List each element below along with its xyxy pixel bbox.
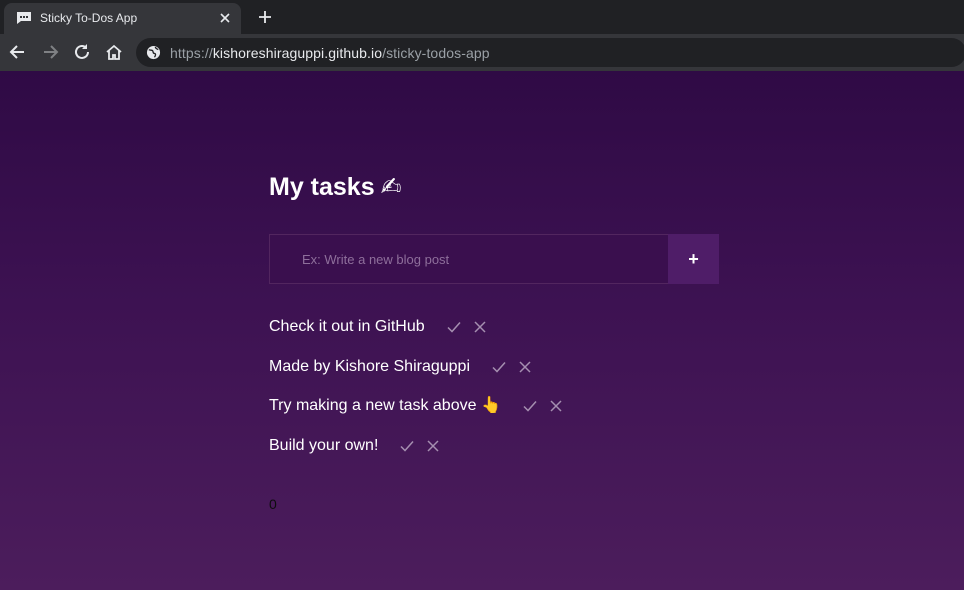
- browser-toolbar: https://kishoreshiraguppi.github.io/stic…: [0, 34, 964, 71]
- add-task-button[interactable]: +: [668, 234, 719, 284]
- close-icon[interactable]: [550, 400, 562, 412]
- browser-tab-bar: Sticky To-Dos App: [0, 0, 964, 34]
- check-icon[interactable]: [492, 360, 506, 374]
- task-text: Build your own!: [269, 435, 378, 456]
- task-count: 0: [269, 496, 277, 512]
- url-scheme: https://: [170, 45, 213, 61]
- task-label: Check it out in GitHub: [269, 318, 425, 335]
- reload-icon[interactable]: [72, 42, 92, 62]
- url-text: https://kishoreshiraguppi.github.io/stic…: [170, 45, 490, 61]
- app-page: My tasks✍ + Check it out in GitHub Made …: [0, 71, 964, 590]
- close-icon[interactable]: [474, 321, 486, 333]
- check-icon[interactable]: [447, 320, 461, 334]
- task-item: Try making a new task above 👆: [269, 395, 719, 435]
- page-title: My tasks ✍: [269, 172, 402, 202]
- task-text: Check it out in GitHub: [269, 316, 425, 337]
- chat-bubble-icon: [17, 12, 31, 24]
- address-bar[interactable]: https://kishoreshiraguppi.github.io/stic…: [136, 38, 964, 67]
- arrow-left-icon[interactable]: [8, 42, 28, 62]
- task-item: Made by Kishore Shiraguppi: [269, 356, 719, 396]
- page-title-text: My tasks: [269, 173, 375, 201]
- task-item: Check it out in GitHub: [269, 316, 719, 356]
- pointing-up-icon: 👆: [480, 395, 501, 414]
- url-path: /sticky-todos-app: [382, 45, 490, 61]
- task-label: Build your own!: [269, 436, 379, 454]
- task-text: Try making a new task above 👆: [269, 395, 501, 416]
- task-label: Made by Kishore Shiraguppi: [269, 357, 471, 375]
- task-item: Build your own!: [269, 435, 719, 475]
- task-text: Made by Kishore Shiraguppi: [269, 356, 470, 377]
- check-icon[interactable]: [400, 439, 414, 453]
- plus-icon[interactable]: [256, 8, 274, 26]
- close-icon[interactable]: [519, 360, 531, 373]
- arrow-right-icon[interactable]: [40, 42, 60, 62]
- check-icon[interactable]: [523, 399, 537, 413]
- new-task-form: +: [269, 234, 719, 284]
- tab-title: Sticky To-Dos App: [40, 11, 138, 25]
- browser-tab[interactable]: Sticky To-Dos App: [4, 3, 241, 34]
- globe-icon[interactable]: [146, 45, 161, 60]
- task-label: Try making a new task above: [269, 397, 481, 414]
- new-task-input[interactable]: [269, 234, 668, 284]
- home-icon[interactable]: [104, 42, 124, 62]
- close-icon[interactable]: [427, 439, 439, 452]
- close-icon[interactable]: [217, 10, 233, 26]
- writing-hand-icon: ✍: [380, 172, 402, 201]
- url-host: kishoreshiraguppi.github.io: [212, 45, 383, 61]
- task-list: Check it out in GitHub Made by Kishore S…: [269, 316, 719, 474]
